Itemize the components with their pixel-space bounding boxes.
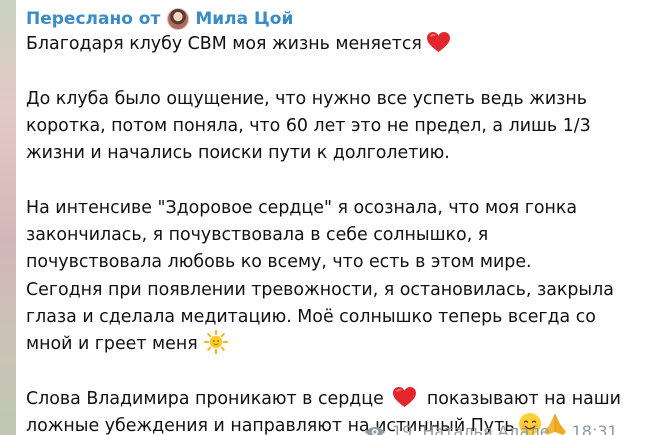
- post-author: Наталья Адале: [422, 422, 550, 435]
- chat-background: [0, 0, 16, 435]
- message-line-text: показывают на наши: [426, 388, 621, 409]
- message-line-text: глаза и сделала медитацию. Моё солнышко …: [26, 306, 596, 327]
- message-line-text: коротка, потом поняла, что 60 лет это не…: [26, 115, 591, 136]
- message-line-text: Благодаря клубу СВМ моя жизнь меняется: [26, 34, 422, 54]
- message-line: На интенсиве "Здоровое сердце" я осознал…: [26, 195, 666, 222]
- forwarded-prefix: Переслано от: [26, 9, 161, 29]
- message-line: жизни и начались поиски пути к долголети…: [26, 140, 666, 167]
- message-line-text: Слова Владимира проникают в сердце: [26, 388, 384, 409]
- message-text: Благодаря клубу СВМ моя жизнь меняется Д…: [26, 31, 666, 435]
- message-line: До клуба было ощущение, что нужно все ус…: [26, 86, 666, 113]
- red-heart-icon: [426, 32, 450, 52]
- message-line-text: мной и греет меня: [26, 334, 198, 355]
- forwarded-from-header[interactable]: Переслано от Мила Цой: [26, 6, 293, 32]
- message-line: [26, 359, 666, 386]
- message-time: 18:31: [571, 422, 618, 435]
- message-line: глаза и сделала медитацию. Моё солнышко …: [26, 304, 666, 331]
- message-footer: 19 Наталья Адале 18:31: [364, 422, 618, 435]
- sun-icon: [203, 330, 228, 355]
- message-line: почувствовала любовь ко всему, что есть …: [26, 249, 666, 276]
- message-line: Слова Владимира проникают в сердце показы…: [26, 386, 666, 413]
- message-line: [26, 58, 666, 85]
- message-line-text: жизни и начались поиски пути к долголети…: [26, 143, 450, 164]
- message-line-text: закончилась, я почувствовала в себе солн…: [26, 225, 489, 246]
- views-count: 19: [392, 422, 413, 435]
- eye-icon: [365, 426, 385, 435]
- message-line: мной и греет меня: [26, 330, 666, 358]
- message-line: коротка, потом поняла, что 60 лет это не…: [26, 113, 666, 140]
- message-line: Сегодня при появлении тревожности, я ост…: [26, 277, 666, 304]
- sender-avatar[interactable]: [167, 8, 190, 30]
- message-line-text: На интенсиве "Здоровое сердце" я осознал…: [26, 197, 578, 218]
- chat-view: Переслано от Мила Цой Благодаря клубу СВ…: [0, 0, 666, 435]
- message-line-text: До клуба было ощущение, что нужно все ус…: [26, 88, 588, 109]
- message-line: Благодаря клубу СВМ моя жизнь меняется: [26, 31, 666, 58]
- message-line-text: почувствовала любовь ко всему, что есть …: [26, 252, 532, 273]
- forwarded-sender-name[interactable]: Мила Цой: [195, 9, 293, 29]
- message-bubble[interactable]: Переслано от Мила Цой Благодаря клубу СВ…: [16, 0, 666, 435]
- message-line: [26, 167, 666, 194]
- message-line-text: Сегодня при появлении тревожности, я ост…: [26, 279, 614, 300]
- message-line: закончилась, я почувствовала в себе солн…: [26, 222, 666, 249]
- red-heart-icon: [392, 386, 416, 407]
